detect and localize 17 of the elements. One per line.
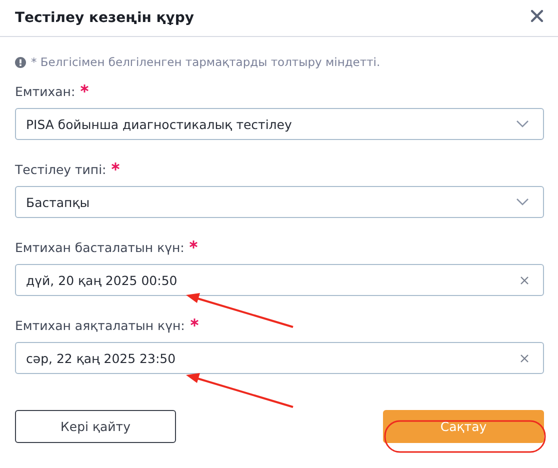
field-label: Емтихан аяқталатын күн: [15, 318, 185, 332]
chevron-down-icon [516, 120, 529, 128]
close-icon[interactable] [530, 9, 544, 23]
chevron-down-icon [516, 198, 529, 206]
date-field[interactable]: сәр, 22 қаң 2025 23:50 [15, 342, 544, 374]
date-field[interactable]: дүй, 20 қаң 2025 00:50 [15, 264, 544, 296]
select-field[interactable]: Бастапқы [15, 186, 544, 218]
back-button[interactable]: Кері қайту [15, 410, 176, 443]
clear-icon[interactable] [520, 276, 529, 284]
dialog-title: Тестілеу кезеңін құру [15, 10, 194, 26]
field-label: Емтихан: [15, 84, 76, 98]
info-icon [15, 56, 26, 68]
field-label: Емтихан басталатын күн: [15, 240, 184, 254]
required-note: * Белгісімен белгіленген тармақтарды толтыру міндетті. [31, 55, 380, 69]
clear-icon[interactable] [520, 354, 529, 362]
field-label: Тестілеу типі: [15, 162, 106, 176]
select-field[interactable]: PISA бойынша диагностикалық тестілеу [15, 108, 544, 140]
